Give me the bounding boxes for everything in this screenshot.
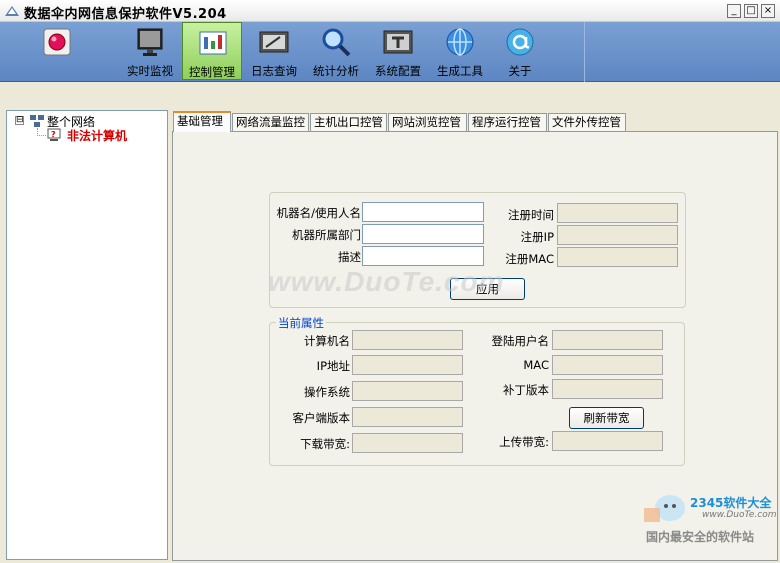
client-version-field <box>352 407 463 427</box>
toolbar-label: 系统配置 <box>375 64 421 78</box>
toolbar-label: 实时监视 <box>127 64 173 78</box>
tree-child-illegal-computer[interactable]: 非法计算机 <box>67 127 127 144</box>
toolbar-separator <box>584 22 585 82</box>
toolbar-statistics-button[interactable]: 统计分析 <box>306 22 366 80</box>
network-icon <box>30 115 44 127</box>
log-icon <box>259 31 289 53</box>
toolbar-control-manage-button[interactable]: 控制管理 <box>182 22 242 80</box>
mac-field <box>552 355 663 375</box>
control-panel-icon <box>199 31 227 55</box>
app-icon <box>5 6 19 16</box>
tree-expander[interactable]: ⊟ <box>15 116 24 125</box>
login-user-label: 登陆用户名 <box>491 334 550 348</box>
download-bandwidth-label: 下载带宽: <box>300 437 350 451</box>
network-tree[interactable]: ⊟ 整个网络 ? 非法计算机 <box>6 110 168 560</box>
slogan-text: 国内最安全的软件站 <box>646 530 755 544</box>
toolbar-generate-tool-button[interactable]: 生成工具 <box>430 22 490 80</box>
toolbar-realtime-monitor-button[interactable]: 实时监视 <box>120 22 180 80</box>
toolbar-label: 日志查询 <box>251 64 297 78</box>
mac-label: MAC <box>523 358 549 372</box>
toolbar-spacer <box>0 83 780 109</box>
site-watermark: 2345软件大全 www.DuoTe.com 国内最安全的软件站 <box>640 486 780 563</box>
refresh-bandwidth-button[interactable]: 刷新带宽 <box>569 407 644 429</box>
tab-basic-manage[interactable]: 基础管理 <box>173 111 231 132</box>
minimize-button[interactable]: _ <box>727 4 741 18</box>
monitor-icon <box>137 28 163 56</box>
current-properties-legend: 当前属性 <box>276 315 326 331</box>
title-bar: 数据伞内网信息保护软件V5.204 _ □ × <box>0 0 780 22</box>
tab-web-browse-control[interactable]: 网站浏览控管 <box>388 113 467 132</box>
reg-mac-label: 注册MAC <box>505 252 554 266</box>
toolbar-log-query-button[interactable]: 日志查询 <box>244 22 304 80</box>
upload-bandwidth-label: 上传带宽: <box>499 435 549 449</box>
toolbar-record-button[interactable] <box>27 22 87 80</box>
duote-watermark: www.DuoTe.com <box>268 266 505 297</box>
description-input[interactable] <box>362 246 484 266</box>
machine-user-input[interactable] <box>362 202 484 222</box>
reg-time-label: 注册时间 <box>508 208 554 222</box>
reg-time-field <box>557 203 678 223</box>
mascot-icon <box>644 495 685 522</box>
toolbar-label: 关于 <box>508 64 532 78</box>
globe-icon <box>446 28 474 56</box>
os-field <box>352 381 463 401</box>
client-version-label: 客户端版本 <box>292 411 351 425</box>
current-properties-group: 当前属性 计算机名 IP地址 操作系统 客户端版本 下载带宽: 登陆用户名 MA… <box>269 315 685 466</box>
toolbar-label: 统计分析 <box>313 64 359 78</box>
about-icon <box>506 28 534 56</box>
tab-traffic-monitor[interactable]: 网络流量监控 <box>232 113 309 132</box>
svg-text:?: ? <box>51 130 56 139</box>
reg-ip-label: 注册IP <box>520 230 554 244</box>
upload-bandwidth-field <box>552 431 663 451</box>
patch-version-field <box>552 379 663 399</box>
reg-ip-field <box>557 225 678 245</box>
login-user-field <box>552 330 663 350</box>
brand-text: 2345软件大全 <box>690 496 772 510</box>
unknown-computer-icon: ? <box>47 128 61 141</box>
machine-user-label: 机器名/使用人名 <box>276 206 361 220</box>
department-input[interactable] <box>362 224 484 244</box>
download-bandwidth-field <box>352 433 463 453</box>
os-label: 操作系统 <box>304 385 350 399</box>
description-label: 描述 <box>338 250 361 264</box>
toolbar-system-config-button[interactable]: 系统配置 <box>368 22 428 80</box>
reg-mac-field <box>557 247 678 267</box>
ip-address-label: IP地址 <box>316 359 350 373</box>
toolbar-about-button[interactable]: 关于 <box>490 22 550 80</box>
computer-name-label: 计算机名 <box>304 334 350 348</box>
main-toolbar: 实时监视 控制管理 日志查询 统计分析 系统配置 生成工具 关于 <box>0 22 780 82</box>
tab-file-send-control[interactable]: 文件外传控管 <box>548 113 626 132</box>
toolbar-label: 生成工具 <box>437 64 483 78</box>
tab-host-exit-control[interactable]: 主机出口控管 <box>310 113 387 132</box>
config-icon <box>383 30 413 54</box>
ip-address-field <box>352 355 463 375</box>
toolbar-label: 控制管理 <box>189 65 235 79</box>
tab-program-run-control[interactable]: 程序运行控管 <box>468 113 547 132</box>
window-title: 数据伞内网信息保护软件V5.204 <box>24 7 227 22</box>
maximize-button[interactable]: □ <box>744 4 758 18</box>
site-url-text: www.DuoTe.com <box>702 510 777 520</box>
patch-version-label: 补丁版本 <box>503 383 549 397</box>
tree-line <box>37 135 46 136</box>
record-icon <box>43 28 71 56</box>
close-button[interactable]: × <box>761 4 775 18</box>
computer-name-field <box>352 330 463 350</box>
magnifier-icon <box>322 28 351 57</box>
department-label: 机器所属部门 <box>292 228 361 242</box>
